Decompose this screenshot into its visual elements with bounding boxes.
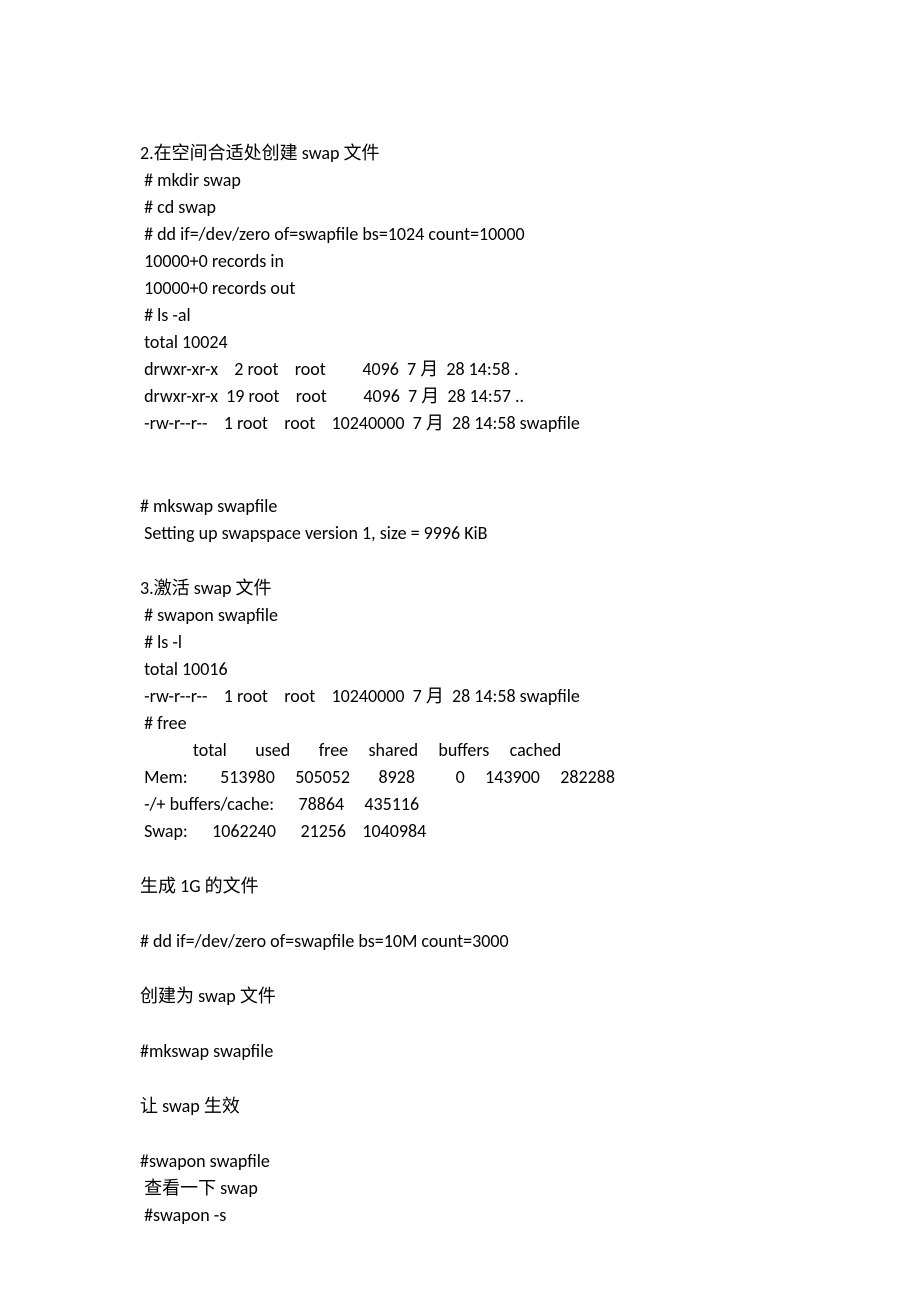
text-line: 10000+0 records out xyxy=(140,275,780,302)
blank-line xyxy=(140,465,780,493)
text-line: #swapon -s xyxy=(140,1202,780,1229)
text-line: 10000+0 records in xyxy=(140,248,780,275)
text-line: total 10024 xyxy=(140,329,780,356)
text-line: 查看一下 swap xyxy=(140,1175,780,1202)
text-line: # dd if=/dev/zero of=swapfile bs=1024 co… xyxy=(140,221,780,248)
blank-line xyxy=(140,845,780,873)
text-line: 创建为 swap 文件 xyxy=(140,983,780,1010)
blank-line xyxy=(140,900,780,928)
text-line: # cd swap xyxy=(140,194,780,221)
blank-line xyxy=(140,955,780,983)
text-line: # ls -l xyxy=(140,629,780,656)
text-line: total 10016 xyxy=(140,656,780,683)
text-line: #swapon swapfile xyxy=(140,1148,780,1175)
text-line: 3.激活 swap 文件 xyxy=(140,575,780,602)
text-line: -rw-r--r-- 1 root root 10240000 7 月 28 1… xyxy=(140,410,780,437)
blank-line xyxy=(140,1120,780,1148)
text-line: drwxr-xr-x 2 root root 4096 7 月 28 14:58… xyxy=(140,356,780,383)
text-line: # mkdir swap xyxy=(140,167,780,194)
text-line: # free xyxy=(140,710,780,737)
blank-line xyxy=(140,547,780,575)
text-line: Swap: 1062240 21256 1040984 xyxy=(140,818,780,845)
text-line: # swapon swapfile xyxy=(140,602,780,629)
document-page: 2.在空间合适处创建 swap 文件 # mkdir swap # cd swa… xyxy=(0,0,920,1302)
blank-line xyxy=(140,437,780,465)
text-line: 生成 1G 的文件 xyxy=(140,873,780,900)
text-line: 让 swap 生效 xyxy=(140,1093,780,1120)
text-line: # mkswap swapfile xyxy=(140,493,780,520)
text-line: Mem: 513980 505052 8928 0 143900 282288 xyxy=(140,764,780,791)
blank-line xyxy=(140,1065,780,1093)
text-line: #mkswap swapfile xyxy=(140,1038,780,1065)
text-line: drwxr-xr-x 19 root root 4096 7 月 28 14:5… xyxy=(140,383,780,410)
text-line: -/+ buffers/cache: 78864 435116 xyxy=(140,791,780,818)
text-line: # dd if=/dev/zero of=swapfile bs=10M cou… xyxy=(140,928,780,955)
blank-line xyxy=(140,1010,780,1038)
text-line: -rw-r--r-- 1 root root 10240000 7 月 28 1… xyxy=(140,683,780,710)
text-line: total used free shared buffers cached xyxy=(140,737,780,764)
text-line: Setting up swapspace version 1, size = 9… xyxy=(140,520,780,547)
text-line: 2.在空间合适处创建 swap 文件 xyxy=(140,140,780,167)
text-line: # ls -al xyxy=(140,302,780,329)
